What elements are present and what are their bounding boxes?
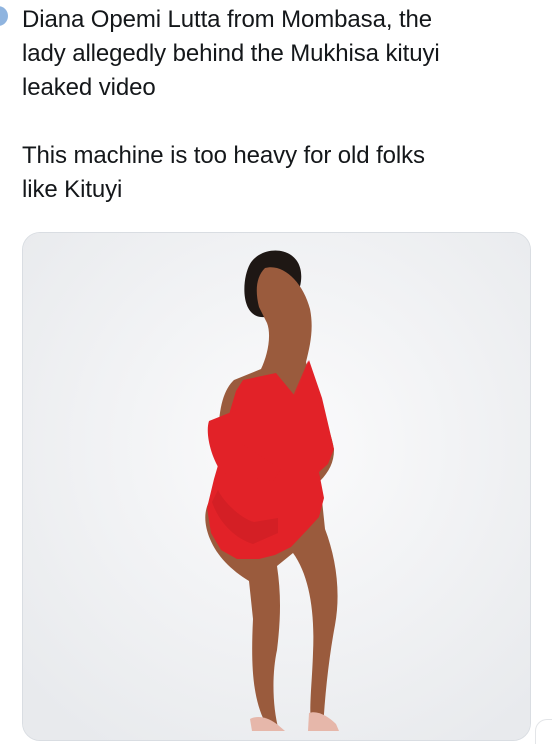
- avatar[interactable]: [0, 6, 8, 26]
- tweet-caption-paragraph-2: This machine is too heavy for old folks …: [22, 142, 425, 203]
- tweet-photo[interactable]: [22, 232, 531, 741]
- card-corner-decoration: [535, 719, 552, 744]
- photo-illustration: [23, 233, 530, 740]
- tweet-view: Diana Opemi Lutta from Mombasa, the lady…: [0, 0, 552, 744]
- tweet-caption-paragraph-1: Diana Opemi Lutta from Mombasa, the lady…: [22, 6, 440, 101]
- tweet-text: Diana Opemi Lutta from Mombasa, the lady…: [22, 3, 537, 207]
